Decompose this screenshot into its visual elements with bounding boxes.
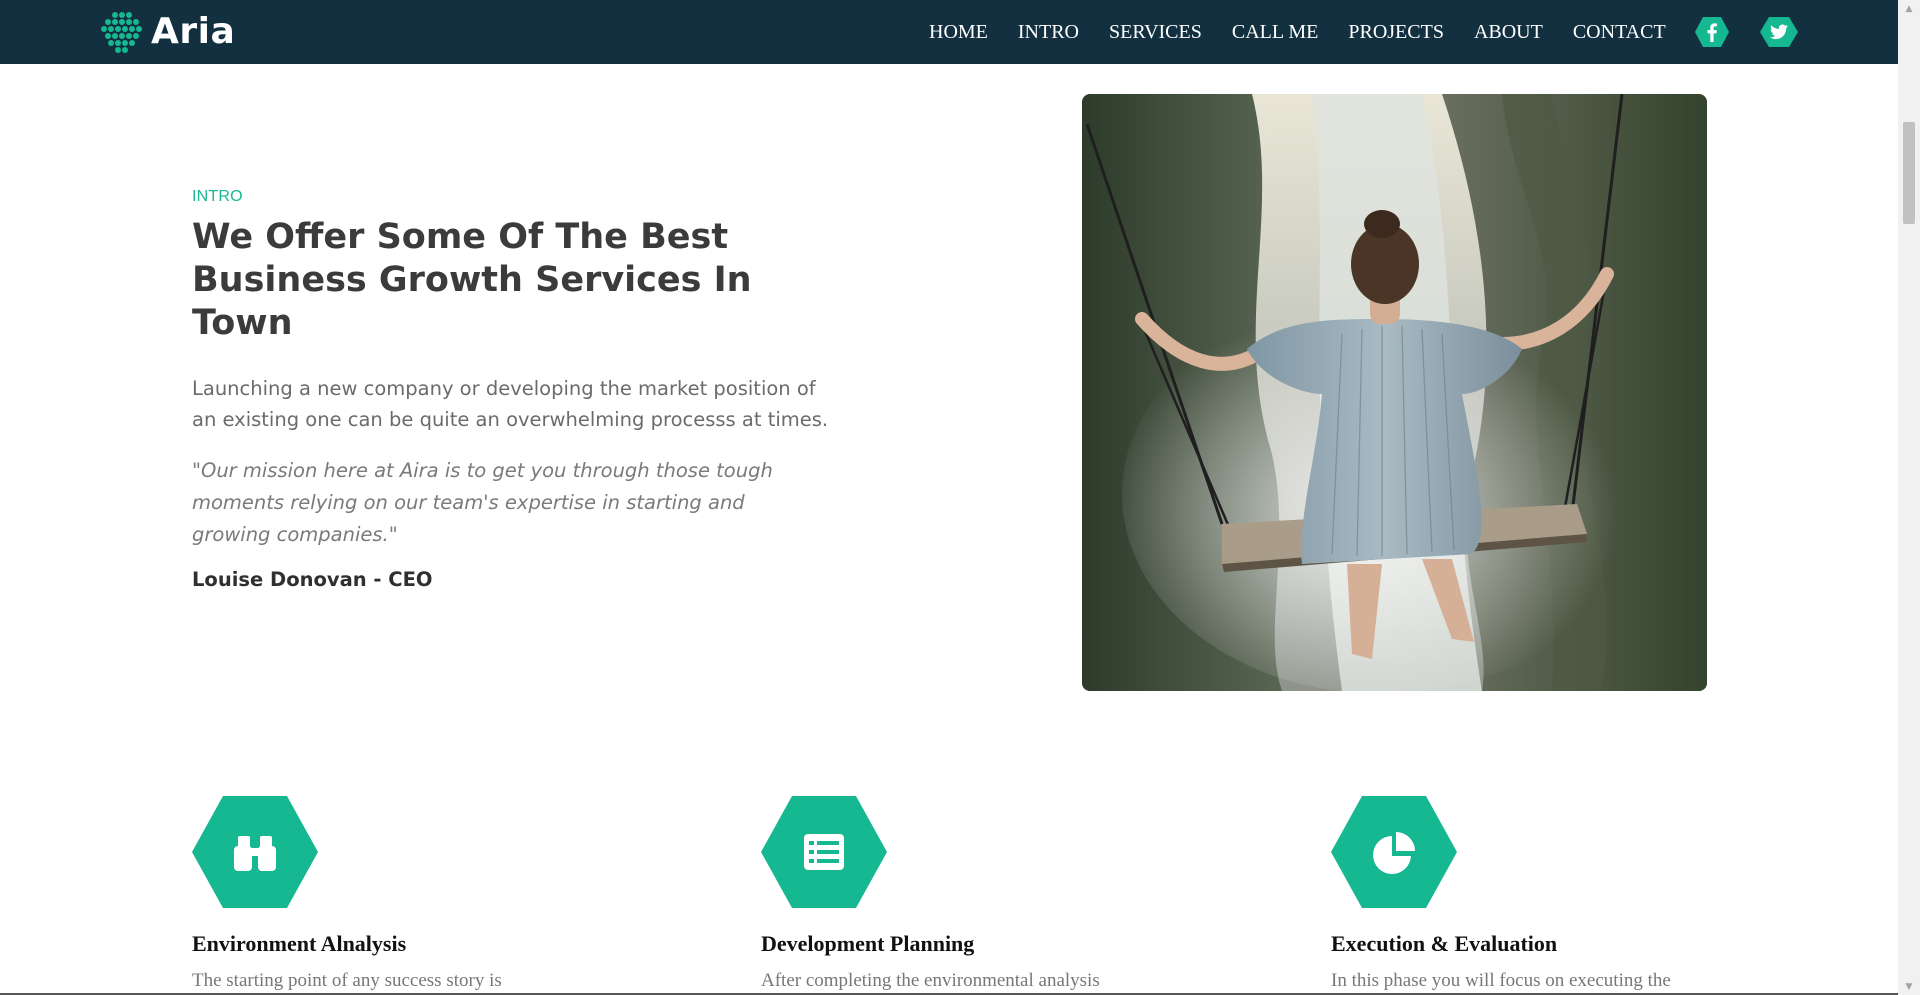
service-title: Environment Alnalysis [192,931,407,956]
nav-call-me[interactable]: CALL ME [1232,21,1318,44]
nav-home[interactable]: HOME [929,21,988,44]
twitter-icon[interactable] [1759,14,1799,50]
intro-photo-swing-waterfall [1082,94,1707,691]
nav-contact[interactable]: CONTACT [1573,21,1666,44]
dots-logo-icon [99,10,145,54]
scroll-down-arrow-icon[interactable]: ▼ [1898,978,1920,995]
intro-quote: "Our mission here at Aira is to get you … [192,459,773,546]
nav-about[interactable]: ABOUT [1474,21,1543,44]
nav-intro[interactable]: INTRO [1018,21,1079,44]
brand-logo[interactable]: Aria [99,10,235,54]
service-description: After completing the environmental analy… [761,970,1100,991]
list-icon[interactable] [761,796,887,908]
binoculars-icon[interactable] [192,796,318,908]
service-title: Development Planning [761,931,975,956]
intro-kicker: INTRO [192,188,243,205]
service-description: The starting point of any success story … [192,970,502,991]
intro-headline: We Offer Some Of The Best Business Growt… [192,217,752,343]
main-nav: HOME INTRO SERVICES CALL ME PROJECTS ABO… [929,0,1666,64]
scroll-up-arrow-icon[interactable]: ▲ [1898,0,1920,17]
intro-lead-paragraph: Launching a new company or developing th… [192,377,829,431]
service-execution-evaluation: Execution & Evaluation In this phase you… [1331,796,1751,991]
service-title: Execution & Evaluation [1331,931,1558,956]
facebook-icon[interactable] [1694,14,1730,50]
service-development-planning: Development Planning After completing th… [761,796,1181,991]
top-navbar: Aria HOME INTRO SERVICES CALL ME PROJECT… [0,0,1898,64]
service-description: In this phase you will focus on executin… [1331,970,1671,991]
nav-services[interactable]: SERVICES [1109,21,1202,44]
service-environment-analysis: Environment Alnalysis The starting point… [192,796,612,991]
brand-name: Aria [151,11,236,52]
scrollbar-thumb[interactable] [1903,122,1915,224]
page-scrollbar[interactable]: ▲ ▼ [1898,0,1920,995]
pie-chart-icon[interactable] [1331,796,1457,908]
nav-projects[interactable]: PROJECTS [1348,21,1444,44]
quote-author: Louise Donovan - CEO [192,568,433,591]
